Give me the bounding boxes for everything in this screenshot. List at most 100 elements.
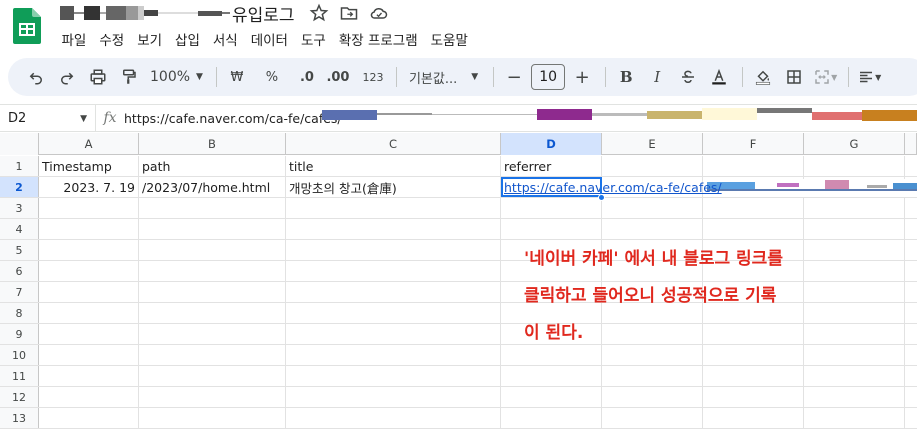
cell[interactable] xyxy=(602,366,703,386)
redo-button[interactable] xyxy=(53,63,81,91)
borders-button[interactable] xyxy=(780,63,808,91)
cell[interactable] xyxy=(602,387,703,407)
row-header[interactable]: 9 xyxy=(0,324,39,344)
cell[interactable] xyxy=(39,198,139,218)
text-color-button[interactable] xyxy=(705,63,733,91)
cell[interactable] xyxy=(139,408,286,428)
cell[interactable] xyxy=(39,261,139,281)
decrease-decimal-button[interactable]: .0 xyxy=(293,63,321,91)
align-button[interactable]: ▼ xyxy=(855,63,883,91)
font-size-decrease-button[interactable]: − xyxy=(500,63,528,91)
cell[interactable] xyxy=(501,198,602,218)
cell[interactable] xyxy=(139,366,286,386)
column-header-d[interactable]: D xyxy=(501,133,602,155)
cell[interactable] xyxy=(139,303,286,323)
cell[interactable] xyxy=(501,387,602,407)
cell-a1[interactable]: Timestamp xyxy=(39,156,139,176)
menu-edit[interactable]: 수정 xyxy=(93,27,131,51)
cell[interactable] xyxy=(286,345,501,365)
column-header-c[interactable]: C xyxy=(286,133,501,155)
column-header-g[interactable]: G xyxy=(804,133,905,155)
cell[interactable] xyxy=(139,345,286,365)
cell[interactable] xyxy=(602,219,703,239)
font-select[interactable]: 기본값... ▼ xyxy=(403,63,484,91)
cell[interactable] xyxy=(804,408,905,428)
cell[interactable] xyxy=(286,408,501,428)
cell[interactable] xyxy=(139,261,286,281)
cell[interactable] xyxy=(39,366,139,386)
cell[interactable] xyxy=(703,408,804,428)
row-header[interactable]: 4 xyxy=(0,219,39,239)
cell-c1[interactable]: title xyxy=(286,156,501,176)
cell[interactable] xyxy=(286,240,501,260)
row-header[interactable]: 1 xyxy=(0,156,39,176)
cell[interactable] xyxy=(286,387,501,407)
formula-input[interactable]: https://cafe.naver.com/ca-fe/cafes/ xyxy=(124,111,342,126)
cloud-status-icon[interactable] xyxy=(369,3,389,23)
merge-cells-button[interactable]: ▼ xyxy=(811,63,839,91)
column-header-h[interactable] xyxy=(905,133,917,155)
bold-button[interactable]: B xyxy=(612,63,640,91)
menu-view[interactable]: 보기 xyxy=(131,27,169,51)
cell[interactable] xyxy=(39,324,139,344)
strikethrough-button[interactable] xyxy=(674,63,702,91)
italic-button[interactable]: I xyxy=(643,63,671,91)
cell[interactable] xyxy=(139,219,286,239)
cell-b2[interactable]: /2023/07/home.html xyxy=(139,177,286,197)
cell[interactable] xyxy=(804,366,905,386)
menu-help[interactable]: 도움말 xyxy=(424,27,474,51)
cell[interactable] xyxy=(703,219,804,239)
fill-color-button[interactable] xyxy=(749,63,777,91)
row-header[interactable]: 10 xyxy=(0,345,39,365)
paint-format-button[interactable] xyxy=(115,63,143,91)
row-header[interactable]: 8 xyxy=(0,303,39,323)
sheets-logo-icon[interactable] xyxy=(13,8,41,44)
cell[interactable] xyxy=(286,198,501,218)
cell[interactable] xyxy=(703,366,804,386)
cell[interactable] xyxy=(139,324,286,344)
menu-extensions[interactable]: 확장 프로그램 xyxy=(332,27,424,51)
menu-data[interactable]: 데이터 xyxy=(244,27,294,51)
name-box[interactable]: D2 ▼ xyxy=(0,105,96,131)
cell[interactable] xyxy=(602,198,703,218)
undo-button[interactable] xyxy=(22,63,50,91)
cell-c2[interactable]: 개망초의 창고(倉庫) xyxy=(286,177,501,197)
fill-handle[interactable] xyxy=(598,194,605,201)
cell[interactable] xyxy=(602,408,703,428)
cell[interactable] xyxy=(501,219,602,239)
cell[interactable] xyxy=(501,408,602,428)
print-button[interactable] xyxy=(84,63,112,91)
cell[interactable] xyxy=(39,219,139,239)
document-title[interactable]: 유입로그 xyxy=(232,1,295,26)
menu-tools[interactable]: 도구 xyxy=(294,27,332,51)
font-size-input[interactable]: 10 xyxy=(531,64,566,90)
number-format-button[interactable]: 123 xyxy=(359,63,387,91)
cell-d1[interactable]: referrer xyxy=(501,156,602,176)
cell[interactable] xyxy=(39,408,139,428)
increase-decimal-button[interactable]: .00 xyxy=(324,63,352,91)
cell[interactable] xyxy=(139,387,286,407)
cell-d2[interactable]: https://cafe.naver.com/ca-fe/cafes/ xyxy=(501,177,722,201)
menu-format[interactable]: 서식 xyxy=(206,27,244,51)
row-header[interactable]: 13 xyxy=(0,408,39,428)
cell[interactable] xyxy=(501,366,602,386)
cell-b1[interactable]: path xyxy=(139,156,286,176)
currency-format-button[interactable]: ₩ xyxy=(223,63,251,91)
select-all-corner[interactable] xyxy=(0,133,39,155)
cell[interactable] xyxy=(703,198,804,218)
cell[interactable] xyxy=(286,303,501,323)
cell-f1[interactable] xyxy=(703,156,804,176)
row-header[interactable]: 6 xyxy=(0,261,39,281)
move-folder-icon[interactable] xyxy=(339,3,359,23)
menu-insert[interactable]: 삽입 xyxy=(169,27,207,51)
column-header-e[interactable]: E xyxy=(602,133,703,155)
row-header[interactable]: 7 xyxy=(0,282,39,302)
font-size-increase-button[interactable]: + xyxy=(568,63,596,91)
row-header[interactable]: 2 xyxy=(0,177,39,197)
cell[interactable] xyxy=(39,345,139,365)
percent-format-button[interactable]: % xyxy=(258,63,286,91)
cell[interactable] xyxy=(139,240,286,260)
referrer-link[interactable]: https://cafe.naver.com/ca-fe/cafes/ xyxy=(504,180,722,195)
menu-file[interactable]: 파일 xyxy=(55,27,93,51)
cell[interactable] xyxy=(703,387,804,407)
